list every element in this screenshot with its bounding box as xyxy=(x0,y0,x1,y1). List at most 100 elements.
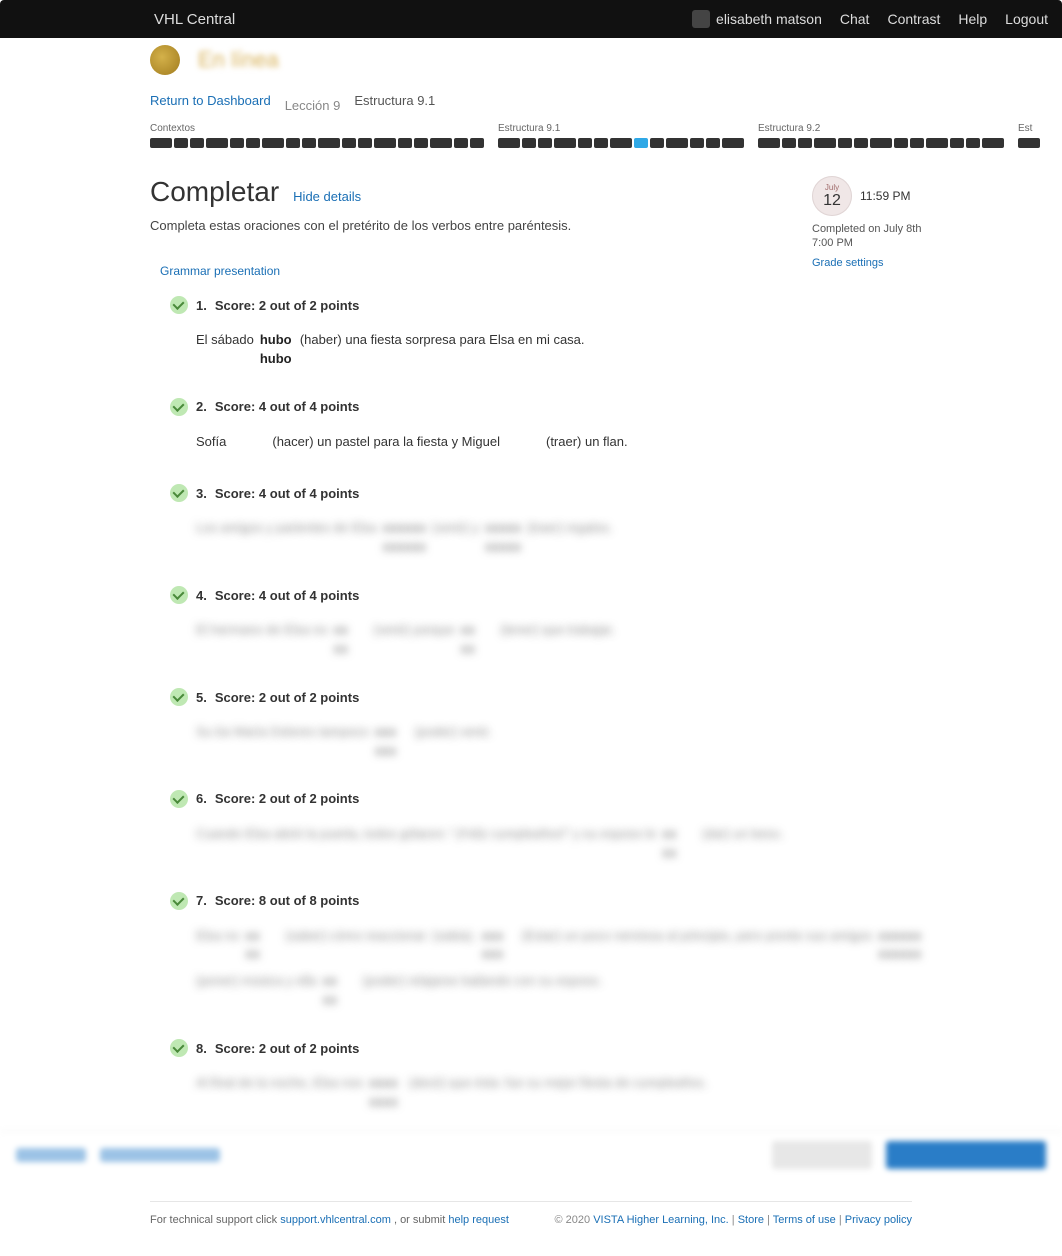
logout-link[interactable]: Logout xyxy=(1005,11,1048,27)
chat-link[interactable]: Chat xyxy=(840,11,870,27)
question-text: (tener) que trabajar. xyxy=(500,618,614,643)
progress-box[interactable] xyxy=(910,138,924,148)
progress-box[interactable] xyxy=(634,138,648,148)
progress-box[interactable] xyxy=(594,138,608,148)
question-text: (traer) regalos. xyxy=(527,516,612,541)
progress-box[interactable] xyxy=(1018,138,1040,148)
grammar-presentation-link[interactable]: Grammar presentation xyxy=(150,264,280,278)
progress-box[interactable] xyxy=(430,138,452,148)
progress-box[interactable] xyxy=(814,138,836,148)
progress-box[interactable] xyxy=(318,138,340,148)
progress-box[interactable] xyxy=(854,138,868,148)
progress-box[interactable] xyxy=(706,138,720,148)
student-answer: xxxxxx xyxy=(878,928,921,945)
question-item: 8.Score: 2 out of 2 pointsAl final de la… xyxy=(170,1039,1002,1111)
progress-box[interactable] xyxy=(262,138,284,148)
answer-field: xx xx xyxy=(662,826,696,862)
question-list: 1. Score: 2 out of 2 points El sábadohuboh… xyxy=(150,296,1002,1111)
bottom-action-bar xyxy=(0,1131,1062,1177)
question-number: 1. xyxy=(196,298,207,313)
progress-box[interactable] xyxy=(414,138,428,148)
question-score: Score: 2 out of 2 points xyxy=(215,791,359,806)
brand-title: VHL Central xyxy=(154,11,235,28)
return-dashboard-link[interactable]: Return to Dashboard xyxy=(150,93,271,108)
progress-box[interactable] xyxy=(150,138,172,148)
progress-box[interactable] xyxy=(398,138,412,148)
question-score: Score: 2 out of 2 points xyxy=(215,298,359,313)
hide-details-link[interactable]: Hide details xyxy=(293,189,361,204)
privacy-link[interactable]: Privacy policy xyxy=(845,1214,912,1226)
progress-box[interactable] xyxy=(246,138,260,148)
progress-box[interactable] xyxy=(286,138,300,148)
progress-box[interactable] xyxy=(950,138,964,148)
company-link[interactable]: VISTA Higher Learning, Inc. xyxy=(593,1214,729,1226)
question-body: Sofía (hacer) un pastel para la fiesta y… xyxy=(170,430,1002,455)
correct-answer: xxx xyxy=(375,743,409,760)
progress-box[interactable] xyxy=(966,138,980,148)
student-answer: xx xyxy=(662,826,696,843)
bottom-link-2[interactable] xyxy=(100,1148,220,1162)
due-panel: July 12 11:59 PM Completed on July 8th 7… xyxy=(812,176,932,269)
progress-box[interactable] xyxy=(554,138,576,148)
progress-box[interactable] xyxy=(230,138,244,148)
progress-box[interactable] xyxy=(610,138,632,148)
progress-box[interactable] xyxy=(982,138,1004,148)
question-body: El sábadohubohubo(haber) una fiesta sorp… xyxy=(170,328,1002,368)
progress-box[interactable] xyxy=(454,138,468,148)
grade-settings-link[interactable]: Grade settings xyxy=(812,257,884,269)
progress-group: Contextos xyxy=(150,123,484,148)
question-header: 2.Score: 4 out of 4 points xyxy=(170,398,1002,416)
progress-box[interactable] xyxy=(722,138,744,148)
correct-answer: xx xyxy=(662,845,696,862)
progress-box[interactable] xyxy=(650,138,664,148)
progress-box[interactable] xyxy=(374,138,396,148)
progress-box[interactable] xyxy=(690,138,704,148)
progress-box[interactable] xyxy=(894,138,908,148)
question-score: Score: 4 out of 4 points xyxy=(215,588,359,603)
progress-box[interactable] xyxy=(578,138,592,148)
question-item: 7.Score: 8 out of 8 pointsElsa noxxxx(sa… xyxy=(170,892,1002,1010)
progress-box[interactable] xyxy=(498,138,520,148)
correct-check-icon xyxy=(170,1039,188,1057)
question-item: 5.Score: 2 out of 2 pointsSu tía María D… xyxy=(170,688,1002,760)
progress-box[interactable] xyxy=(538,138,552,148)
question-text: (venir) y xyxy=(432,516,479,541)
progress-box[interactable] xyxy=(758,138,780,148)
question-text: Cuando Elsa abrió la puerta, todos grita… xyxy=(196,822,656,847)
progress-box[interactable] xyxy=(870,138,892,148)
progress-box[interactable] xyxy=(838,138,852,148)
contrast-link[interactable]: Contrast xyxy=(887,11,940,27)
progress-box[interactable] xyxy=(782,138,796,148)
store-link[interactable]: Store xyxy=(738,1214,764,1226)
progress-box[interactable] xyxy=(522,138,536,148)
student-answer: xx xyxy=(460,622,494,639)
support-link[interactable]: support.vhlcentral.com xyxy=(280,1214,391,1226)
question-text: Sofía xyxy=(196,430,226,455)
question-header: 8.Score: 2 out of 2 points xyxy=(170,1039,1002,1057)
progress-box[interactable] xyxy=(342,138,356,148)
progress-box[interactable] xyxy=(206,138,228,148)
progress-box[interactable] xyxy=(926,138,948,148)
primary-button[interactable] xyxy=(886,1141,1046,1169)
correct-answer: xxx xyxy=(482,946,516,963)
progress-box[interactable] xyxy=(190,138,204,148)
correct-check-icon xyxy=(170,688,188,706)
correct-answer: xxxxxx xyxy=(383,539,426,556)
help-link[interactable]: Help xyxy=(958,11,987,27)
progress-box[interactable] xyxy=(174,138,188,148)
help-request-link[interactable]: help request xyxy=(448,1214,509,1226)
user-menu[interactable]: elisabeth matson xyxy=(692,10,822,28)
progress-box[interactable] xyxy=(798,138,812,148)
progress-box[interactable] xyxy=(470,138,484,148)
avatar-icon xyxy=(692,10,710,28)
question-body: Elsa noxxxx(saber) cómo reaccionar(sabia… xyxy=(170,924,1002,1010)
secondary-button[interactable] xyxy=(772,1141,872,1169)
progress-box[interactable] xyxy=(666,138,688,148)
progress-box[interactable] xyxy=(358,138,372,148)
question-body: Los amigos y parientes de Elsaxxxxxxxxxx… xyxy=(170,516,1002,556)
terms-link[interactable]: Terms of use xyxy=(773,1214,836,1226)
progress-group-label: Estructura 9.1 xyxy=(498,123,744,134)
progress-row: ContextosEstructura 9.1Estructura 9.2Est xyxy=(0,119,1062,150)
progress-box[interactable] xyxy=(302,138,316,148)
bottom-link-1[interactable] xyxy=(16,1148,86,1162)
